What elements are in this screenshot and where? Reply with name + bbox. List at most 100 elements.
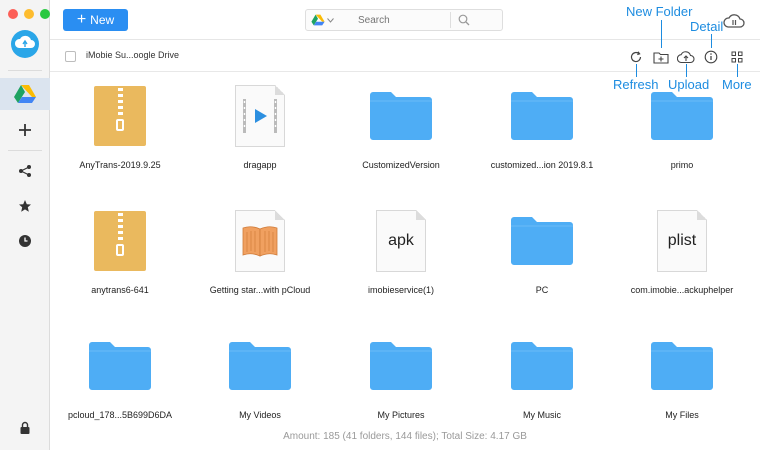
file-thumbnail: [50, 205, 190, 277]
folder-icon: [370, 342, 432, 390]
sidebar-item-starred[interactable]: [0, 190, 50, 222]
book-file-icon: [235, 210, 285, 272]
file-thumbnail: [612, 80, 752, 152]
cloud-icon: [723, 14, 745, 28]
file-item[interactable]: primo: [612, 80, 752, 190]
file-item[interactable]: My Pictures: [331, 330, 471, 440]
sidebar-item-google-drive[interactable]: [0, 78, 50, 110]
file-item[interactable]: My Music: [472, 330, 612, 440]
folder-icon: [89, 342, 151, 390]
new-button-label: New: [90, 13, 115, 27]
file-item[interactable]: apk imobieservice(1): [331, 205, 471, 315]
grid-icon: [731, 51, 743, 63]
scrollbar[interactable]: [754, 80, 758, 420]
file-name: dragapp: [243, 160, 277, 170]
new-button[interactable]: + New: [63, 9, 128, 31]
info-icon: [704, 50, 718, 64]
detail-button[interactable]: [702, 48, 720, 66]
file-item[interactable]: AnyTrans-2019.9.25: [50, 80, 190, 190]
search-button[interactable]: [451, 10, 477, 30]
upload-icon: [677, 51, 695, 64]
close-window-button[interactable]: [8, 9, 18, 19]
new-folder-icon: [653, 52, 669, 64]
file-name: imobieservice(1): [367, 285, 435, 295]
file-item[interactable]: anytrans6-641: [50, 205, 190, 315]
plus-icon: +: [76, 11, 87, 28]
file-thumbnail: [50, 330, 190, 402]
file-item[interactable]: dragapp: [190, 80, 330, 190]
file-name: primo: [670, 160, 694, 170]
cloud-status-button[interactable]: [723, 10, 745, 32]
chevron-down-icon: [326, 17, 334, 23]
zoom-window-button[interactable]: [40, 9, 50, 19]
folder-icon: [229, 342, 291, 390]
new-folder-button[interactable]: [652, 48, 670, 66]
app-window: + New Search iMobie Su...oogle Drive New…: [0, 0, 760, 450]
file-item[interactable]: My Files: [612, 330, 752, 440]
file-thumbnail: [50, 80, 190, 152]
file-name: My Music: [523, 410, 561, 420]
folder-icon: [511, 217, 573, 265]
file-thumbnail: plist: [612, 205, 752, 277]
file-name: My Pictures: [377, 410, 425, 420]
file-item[interactable]: pcloud_178...5B699D6DA: [50, 330, 190, 440]
file-name: PC: [535, 285, 549, 295]
sidebar-separator: [8, 70, 42, 71]
folder-icon: [651, 342, 713, 390]
file-extension: plist: [667, 232, 697, 249]
file-thumbnail: [472, 80, 612, 152]
file-item[interactable]: PC: [472, 205, 612, 315]
file-thumbnail: [612, 330, 752, 402]
lock-icon: [20, 421, 30, 434]
google-drive-icon: [14, 85, 36, 103]
select-all-checkbox[interactable]: [65, 51, 76, 62]
callout-new-folder: New Folder: [626, 4, 693, 19]
status-bar: Amount: 185 (41 folders, 144 files); Tot…: [283, 431, 527, 442]
file-name: Getting star...with pCloud: [209, 285, 311, 295]
share-icon: [19, 165, 31, 177]
zip-archive-icon: [94, 211, 146, 271]
sidebar-item-recent[interactable]: [0, 225, 50, 257]
file-thumbnail: [190, 205, 330, 277]
file-item[interactable]: plist com.imobie...ackuphelper: [612, 205, 752, 315]
file-name: My Videos: [239, 410, 281, 420]
breadcrumb[interactable]: iMobie Su...oogle Drive: [86, 50, 179, 60]
folder-icon: [511, 92, 573, 140]
file-name: anytrans6-641: [91, 285, 149, 295]
sidebar-item-lock[interactable]: [0, 412, 50, 444]
app-logo-icon: [11, 30, 39, 58]
file-item[interactable]: CustomizedVersion: [331, 80, 471, 190]
search-box: [305, 9, 503, 31]
plus-icon: [19, 124, 31, 136]
file-thumbnail: apk: [331, 205, 471, 277]
file-thumbnail: [331, 80, 471, 152]
path-bar: iMobie Su...oogle Drive: [50, 40, 760, 72]
file-item[interactable]: Getting star...with pCloud: [190, 205, 330, 315]
folder-icon: [651, 92, 713, 140]
file-name: customized...ion 2019.8.1: [490, 160, 594, 170]
callout-detail: Detail: [690, 19, 724, 34]
document-file-icon: apk: [376, 210, 426, 272]
search-scope-dropdown[interactable]: [306, 10, 338, 30]
search-icon: [458, 14, 470, 26]
star-icon: [19, 200, 31, 212]
file-thumbnail: [472, 330, 612, 402]
callout-line: [711, 34, 712, 48]
minimize-window-button[interactable]: [24, 9, 34, 19]
file-name: pcloud_178...5B699D6DA: [67, 410, 173, 420]
callout-line: [636, 64, 637, 77]
sidebar-item-share[interactable]: [0, 155, 50, 187]
sidebar-item-add-cloud[interactable]: [0, 114, 50, 146]
zip-archive-icon: [94, 86, 146, 146]
document-file-icon: plist: [657, 210, 707, 272]
search-input[interactable]: [338, 11, 448, 29]
window-controls: [8, 9, 50, 19]
file-item[interactable]: customized...ion 2019.8.1: [472, 80, 612, 190]
video-file-icon: [235, 85, 285, 147]
folder-icon: [370, 92, 432, 140]
refresh-icon: [630, 51, 642, 63]
clock-icon: [19, 235, 31, 247]
file-thumbnail: [472, 205, 612, 277]
file-name: com.imobie...ackuphelper: [630, 285, 734, 295]
file-item[interactable]: My Videos: [190, 330, 330, 440]
